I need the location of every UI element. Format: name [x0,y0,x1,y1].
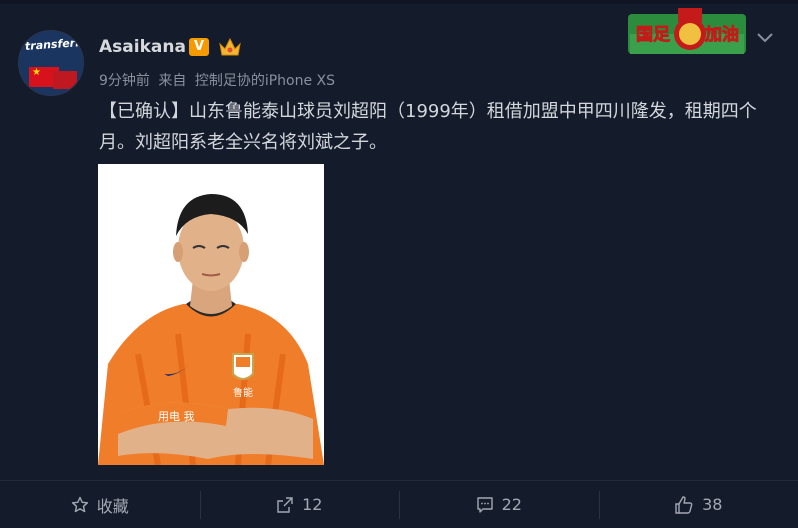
avatar[interactable]: transfermarkt ★ [18,30,84,96]
topic-badge-icon[interactable]: 国足 加油 [628,8,746,56]
svg-text:用电 我: 用电 我 [158,410,195,423]
weibo-post-card: transfermarkt ★ Asaikana V 9分钟前 来自 控制足协的… [0,0,798,528]
shirt-sponsor-text: 鲁能 [233,386,253,399]
post-meta: 9分钟前 来自 控制足协的iPhone XS [99,70,339,90]
flag-stripe [53,71,77,89]
comment-count: 22 [501,495,522,514]
comment-button[interactable]: 22 [399,481,599,528]
thumbs-up-icon [675,495,693,514]
repost-button[interactable]: 12 [199,481,400,528]
avatar-logo-text: transfermarkt [24,33,84,53]
verified-badge-icon[interactable]: V [189,38,209,56]
favorite-label: 收藏 [96,496,129,516]
username[interactable]: Asaikana [99,37,186,57]
post-time[interactable]: 9分钟前 [99,73,150,89]
post-content: 【已确认】山东鲁能泰山球员刘超阳（1999年）租借加盟中甲四川隆发，租期四个月。… [99,101,757,153]
source-prefix: 来自 [158,73,187,89]
repost-count: 12 [302,495,323,514]
action-bar: 收藏 12 22 38 [0,481,798,528]
svg-text:加油: 加油 [704,24,739,45]
like-count: 38 [702,495,723,514]
player-photo-graphic: 鲁能 用电 我 [98,164,324,465]
crown-icon[interactable] [218,36,242,58]
chevron-down-icon[interactable] [754,26,776,48]
player-photo[interactable]: 鲁能 用电 我 [98,164,324,465]
post-source[interactable]: 控制足协的iPhone XS [195,73,335,89]
comment-icon [476,496,493,513]
star-icon [71,496,88,512]
top-edge [0,0,798,4]
favorite-button[interactable]: 收藏 [0,481,200,528]
svg-text:国足: 国足 [636,25,670,45]
share-icon [277,496,293,513]
like-button[interactable]: 38 [598,481,798,528]
